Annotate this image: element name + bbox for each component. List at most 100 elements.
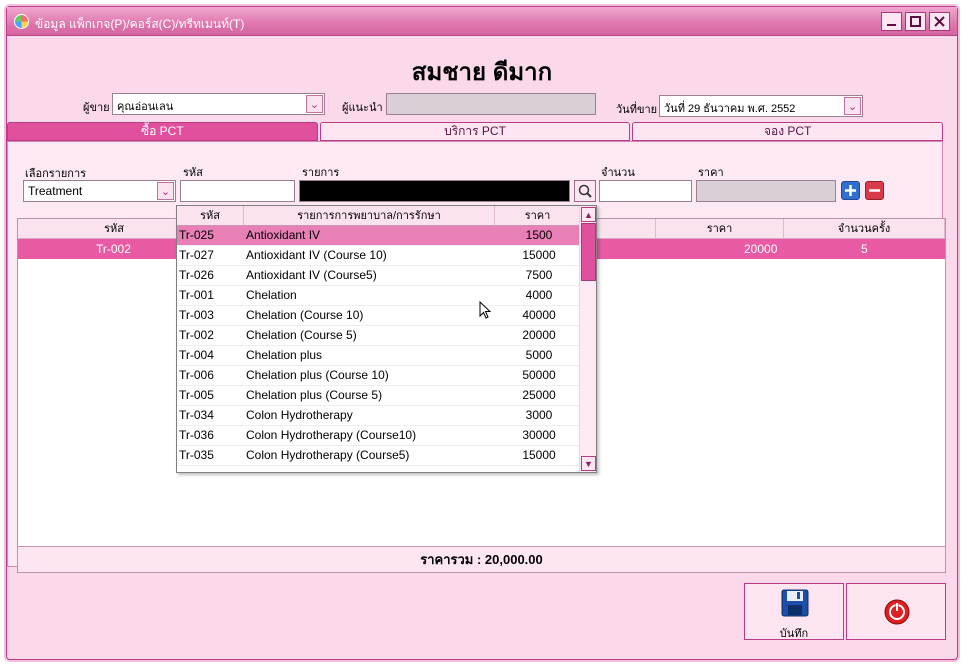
popup-row-name: Colon Hydrotherapy (Course10) bbox=[246, 428, 417, 442]
popup-row-price: 3000 bbox=[525, 408, 553, 422]
popup-row-price: 50000 bbox=[522, 368, 556, 382]
popup-row[interactable]: Tr-036 Colon Hydrotherapy (Course10) 30000 bbox=[177, 426, 581, 446]
popup-row-code: Tr-001 bbox=[179, 288, 214, 302]
popup-row-price: 1500 bbox=[525, 228, 553, 242]
popup-row-name: Antioxidant IV (Course5) bbox=[246, 268, 377, 282]
treatment-lookup-popup[interactable]: รหัส รายการการพยาบาล/การรักษา ราคา Tr-02… bbox=[176, 205, 597, 473]
popup-row-name: Antioxidant IV bbox=[246, 228, 321, 242]
maximize-icon bbox=[910, 16, 921, 27]
grid-header-count[interactable]: จำนวนครั้ง bbox=[784, 219, 945, 239]
popup-row-price: 15000 bbox=[522, 448, 556, 462]
popup-row-code: Tr-002 bbox=[179, 328, 214, 342]
qty-input[interactable] bbox=[599, 180, 692, 202]
tab-booking-pct[interactable]: จอง PCT bbox=[632, 122, 944, 141]
code-label: รหัส bbox=[183, 167, 203, 179]
minimize-icon bbox=[887, 24, 896, 26]
seller-select[interactable]: คุณอ่อนเลน ⌄ bbox=[112, 93, 325, 115]
power-icon bbox=[884, 599, 910, 625]
popup-row-price: 30000 bbox=[522, 428, 556, 442]
item-input[interactable] bbox=[299, 180, 570, 202]
price-label: ราคา bbox=[698, 167, 724, 179]
popup-row-name: Chelation plus (Course 10) bbox=[246, 368, 389, 382]
scroll-thumb[interactable] bbox=[581, 223, 596, 281]
popup-row-price: 20000 bbox=[522, 328, 556, 342]
total-price: ราคารวม : 20,000.00 bbox=[18, 546, 945, 572]
add-item-button[interactable] bbox=[841, 181, 860, 200]
exit-button[interactable] bbox=[846, 583, 946, 640]
chevron-down-icon[interactable]: ⌄ bbox=[844, 97, 861, 115]
popup-row-code: Tr-036 bbox=[179, 428, 214, 442]
tab-buy-pct[interactable]: ซื้อ PCT bbox=[7, 122, 318, 141]
popup-row[interactable]: Tr-004 Chelation plus 5000 bbox=[177, 346, 581, 366]
popup-row[interactable]: Tr-025 Antioxidant IV 1500 bbox=[177, 226, 581, 246]
popup-header-price[interactable]: ราคา bbox=[495, 206, 581, 226]
chevron-down-icon[interactable]: ⌄ bbox=[157, 182, 174, 200]
grid-header-price[interactable]: ราคา bbox=[656, 219, 784, 239]
scroll-down-button[interactable]: ▼ bbox=[581, 456, 596, 471]
popup-row-name: Chelation (Course 10) bbox=[246, 308, 364, 322]
code-input[interactable] bbox=[180, 180, 295, 202]
popup-row-code: Tr-003 bbox=[179, 308, 214, 322]
popup-header-code[interactable]: รหัส bbox=[177, 206, 244, 226]
plus-icon bbox=[845, 185, 856, 196]
popup-row-name: Colon Hydrotherapy bbox=[246, 408, 353, 422]
type-select[interactable]: Treatment ⌄ bbox=[23, 180, 176, 202]
save-button[interactable]: บันทึก bbox=[744, 583, 844, 640]
price-input[interactable] bbox=[696, 180, 836, 202]
scroll-up-button[interactable]: ▲ bbox=[581, 207, 596, 222]
remove-item-button[interactable] bbox=[865, 181, 884, 200]
customer-name: สมชาย ดีมาก bbox=[411, 59, 553, 86]
popup-row-code: Tr-034 bbox=[179, 408, 214, 422]
popup-row-name: Chelation bbox=[246, 288, 297, 302]
maximize-button[interactable] bbox=[905, 12, 926, 31]
popup-row-name: Chelation plus (Course 5) bbox=[246, 388, 383, 402]
popup-row[interactable]: Tr-001 Chelation 4000 bbox=[177, 286, 581, 306]
popup-row[interactable]: Tr-005 Chelation plus (Course 5) 25000 bbox=[177, 386, 581, 406]
popup-row[interactable]: Tr-035 Colon Hydrotherapy (Course5) 15000 bbox=[177, 446, 581, 466]
popup-row-code: Tr-025 bbox=[179, 228, 214, 242]
search-icon bbox=[578, 184, 592, 198]
popup-row-code: Tr-026 bbox=[179, 268, 214, 282]
popup-row-code: Tr-004 bbox=[179, 348, 214, 362]
row-count: 5 bbox=[861, 242, 868, 256]
type-value: Treatment bbox=[28, 184, 83, 198]
item-label: รายการ bbox=[302, 167, 340, 179]
popup-row[interactable]: Tr-003 Chelation (Course 10) 40000 bbox=[177, 306, 581, 326]
popup-row[interactable]: Tr-026 Antioxidant IV (Course5) 7500 bbox=[177, 266, 581, 286]
popup-row-price: 4000 bbox=[525, 288, 553, 302]
popup-row-price: 40000 bbox=[522, 308, 556, 322]
date-value: วันที่ 29 ธันวาคม พ.ศ. 2552 bbox=[664, 103, 796, 115]
popup-row-code: Tr-006 bbox=[179, 368, 214, 382]
app-icon bbox=[14, 14, 29, 29]
close-button[interactable] bbox=[929, 12, 950, 31]
referrer-field[interactable] bbox=[386, 93, 596, 115]
window-title: ข้อมูล แพ็กเกจ(P)/คอร์ส(C)/ทรีทเมนท์(T) bbox=[35, 17, 245, 31]
seller-value: คุณอ่อนเลน bbox=[117, 101, 174, 113]
popup-scrollbar[interactable]: ▲ ▼ bbox=[579, 206, 596, 472]
popup-row-code: Tr-035 bbox=[179, 448, 214, 462]
popup-row-code: Tr-005 bbox=[179, 388, 214, 402]
popup-row[interactable]: Tr-027 Antioxidant IV (Course 10) 15000 bbox=[177, 246, 581, 266]
date-label: วันที่ขาย bbox=[616, 104, 658, 116]
popup-row-price: 25000 bbox=[522, 388, 556, 402]
referrer-label: ผู้แนะนำ bbox=[342, 102, 383, 114]
popup-row-price: 7500 bbox=[525, 268, 553, 282]
row-code: Tr-002 bbox=[96, 242, 131, 256]
popup-row[interactable]: Tr-006 Chelation plus (Course 10) 50000 bbox=[177, 366, 581, 386]
tab-service-pct[interactable]: บริการ PCT bbox=[319, 122, 631, 141]
popup-header-name[interactable]: รายการการพยาบาล/การรักษา bbox=[244, 206, 495, 226]
popup-row[interactable]: Tr-002 Chelation (Course 5) 20000 bbox=[177, 326, 581, 346]
minimize-button[interactable] bbox=[881, 12, 902, 31]
popup-row-name: Antioxidant IV (Course 10) bbox=[246, 248, 387, 262]
chevron-down-icon[interactable]: ⌄ bbox=[306, 95, 323, 113]
popup-row-price: 15000 bbox=[522, 248, 556, 262]
popup-row[interactable]: Tr-034 Colon Hydrotherapy 3000 bbox=[177, 406, 581, 426]
search-button[interactable] bbox=[574, 180, 596, 202]
floppy-disk-icon bbox=[781, 589, 809, 617]
qty-label: จำนวน bbox=[601, 167, 635, 179]
popup-row-name: Chelation (Course 5) bbox=[246, 328, 357, 342]
minus-icon bbox=[869, 189, 880, 192]
title-bar[interactable]: ข้อมูล แพ็กเกจ(P)/คอร์ส(C)/ทรีทเมนท์(T) bbox=[7, 7, 957, 36]
date-picker[interactable]: วันที่ 29 ธันวาคม พ.ศ. 2552 ⌄ bbox=[659, 95, 863, 117]
save-label: บันทึก bbox=[779, 628, 809, 640]
